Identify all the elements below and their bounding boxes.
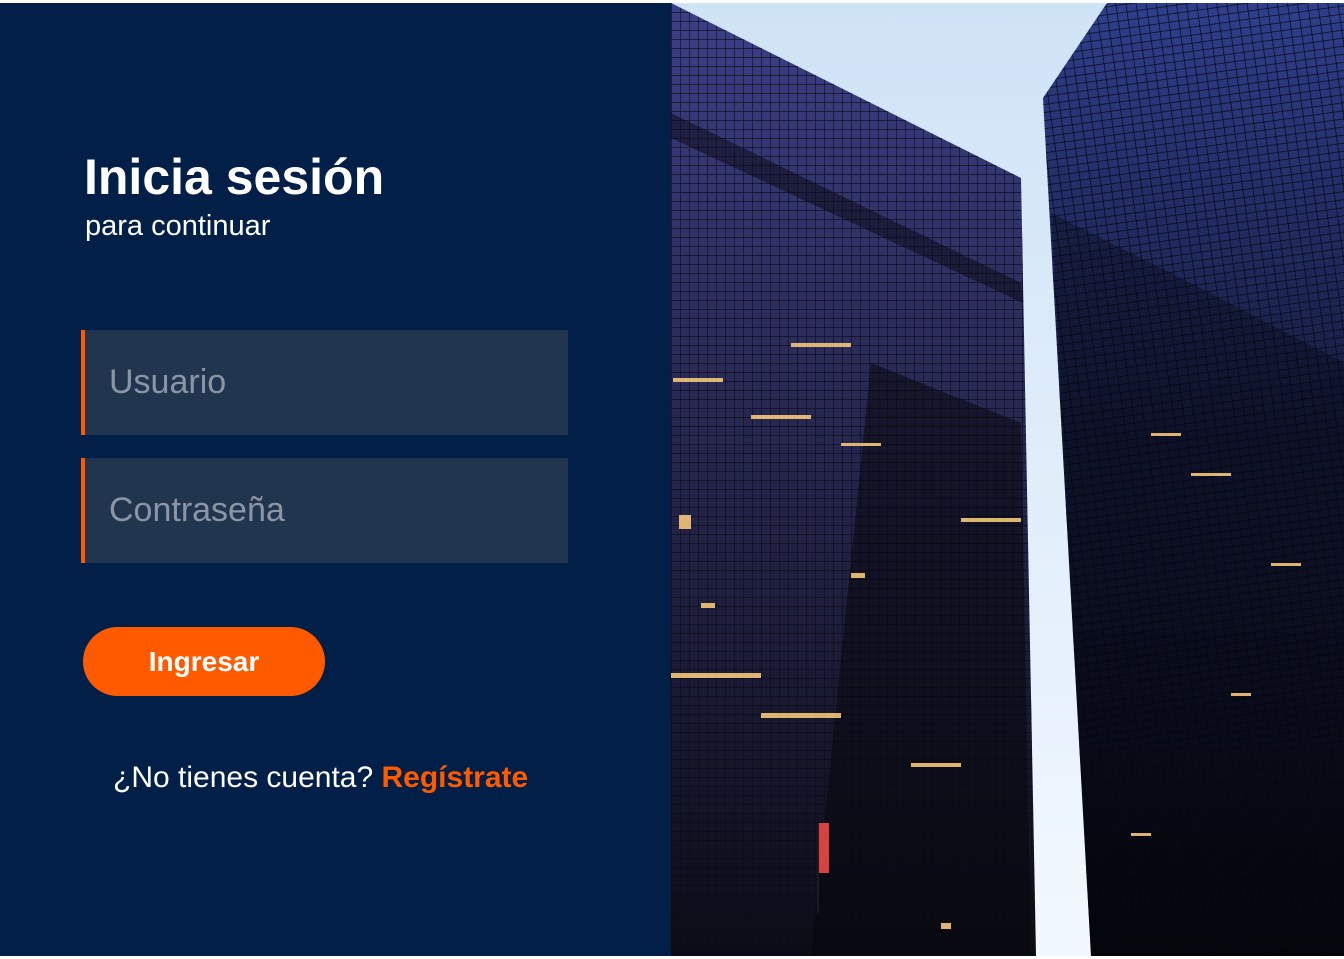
page-title: Inicia sesión	[84, 149, 385, 205]
signup-prompt-text: ¿No tienes cuenta?	[113, 761, 374, 794]
username-input[interactable]	[85, 330, 568, 435]
login-panel: Inicia sesión para continuar Ingresar ¿N…	[0, 3, 671, 956]
username-field	[81, 330, 568, 435]
login-page: Inicia sesión para continuar Ingresar ¿N…	[0, 3, 1344, 956]
login-button[interactable]: Ingresar	[83, 627, 325, 696]
signup-link[interactable]: Regístrate	[382, 761, 529, 794]
password-input[interactable]	[85, 458, 568, 563]
password-field	[81, 458, 568, 563]
hero-photo	[671, 3, 1344, 956]
signup-prompt: ¿No tienes cuenta? Regístrate	[113, 758, 528, 798]
page-subtitle: para continuar	[85, 210, 271, 242]
city-skyscrapers-photo	[671, 3, 1344, 956]
